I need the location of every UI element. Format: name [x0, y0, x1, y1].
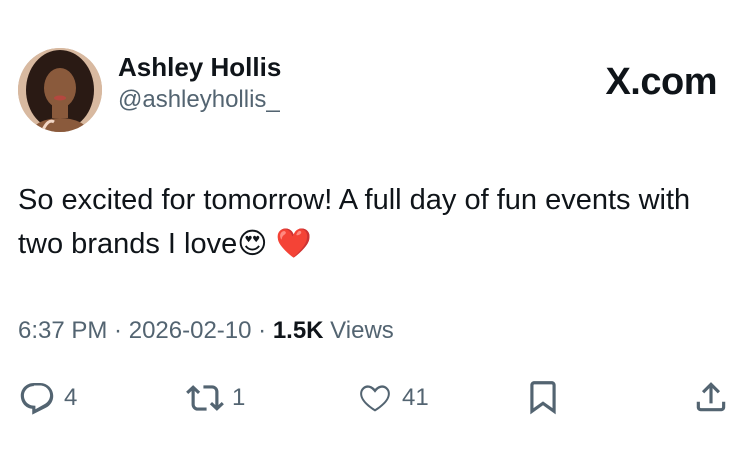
- repost-icon: [186, 385, 224, 411]
- tweet-card: Ashley Hollis @ashleyhollis_ X.com So ex…: [0, 0, 749, 452]
- views-count: 1.5K: [272, 317, 324, 344]
- like-button[interactable]: 41: [356, 378, 429, 418]
- brand-logo: X.com: [605, 61, 717, 103]
- reply-count: 4: [64, 384, 78, 411]
- tweet-date[interactable]: 2026-02-10: [129, 317, 252, 344]
- repost-button[interactable]: 1: [186, 378, 245, 418]
- repost-count: 1: [232, 384, 246, 411]
- views-label: Views: [323, 317, 394, 344]
- share-icon: [696, 382, 726, 412]
- action-bar: 4 1 41: [18, 378, 730, 418]
- author-names: Ashley Hollis @ashleyhollis_: [118, 52, 281, 116]
- tweet-text: So excited for tomorrow! A full day of f…: [18, 184, 699, 260]
- like-count: 41: [402, 384, 429, 411]
- reply-icon: [20, 382, 54, 415]
- tweet-meta: 6:37 PM · 2026-02-10 · 1.5K Views: [18, 314, 394, 348]
- tweet-time[interactable]: 6:37 PM: [18, 317, 107, 344]
- display-name[interactable]: Ashley Hollis: [118, 52, 281, 82]
- bookmark-button[interactable]: [524, 378, 562, 416]
- bookmark-icon: [530, 381, 556, 415]
- reply-button[interactable]: 4: [18, 378, 77, 418]
- heart-icon: [360, 385, 390, 412]
- tweet-header: Ashley Hollis @ashleyhollis_: [18, 48, 281, 132]
- user-handle[interactable]: @ashleyhollis_: [118, 84, 281, 116]
- meta-separator: ·: [251, 317, 273, 344]
- avatar-image: [18, 48, 102, 132]
- meta-separator: ·: [107, 317, 129, 344]
- share-button[interactable]: [692, 378, 730, 416]
- avatar[interactable]: [18, 48, 102, 132]
